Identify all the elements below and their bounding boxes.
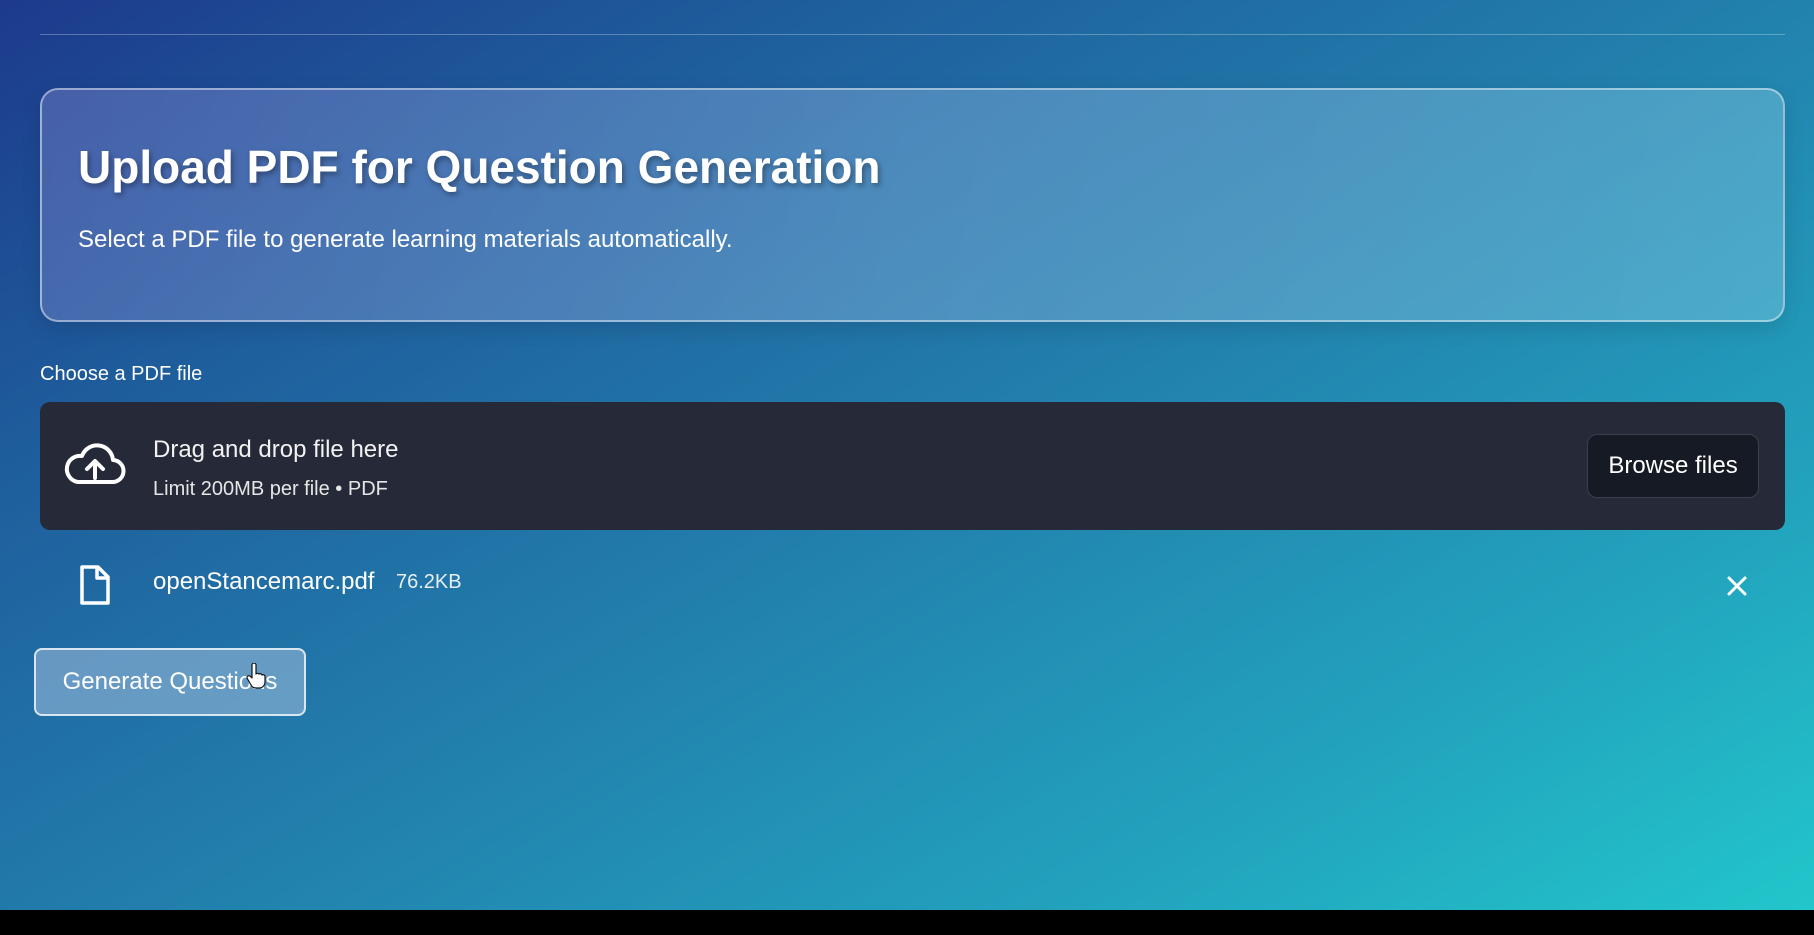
- top-divider: [40, 34, 1785, 35]
- uploaded-file-size: 76.2KB: [396, 571, 462, 593]
- bottom-black-bar: [0, 910, 1814, 935]
- uploaded-file-name: openStancemarc.pdf: [153, 568, 375, 595]
- remove-file-button[interactable]: [1717, 566, 1757, 606]
- close-icon: [1727, 576, 1747, 596]
- dropzone-limit: Limit 200MB per file • PDF: [153, 478, 388, 500]
- app-background: Upload PDF for Question Generation Selec…: [0, 0, 1814, 910]
- page-subtitle: Select a PDF file to generate learning m…: [78, 226, 733, 253]
- generate-questions-button[interactable]: Generate Questions: [34, 648, 306, 716]
- cloud-upload-icon: [64, 443, 126, 484]
- uploaded-file-row: openStancemarc.pdf 76.2KB: [40, 556, 1785, 616]
- page-title: Upload PDF for Question Generation: [78, 141, 881, 193]
- file-uploader-label: Choose a PDF file: [40, 363, 203, 385]
- dropzone-instructions: Drag and drop file here: [153, 436, 399, 463]
- hero-card: Upload PDF for Question Generation Selec…: [40, 88, 1785, 322]
- file-dropzone[interactable]: Drag and drop file here Limit 200MB per …: [40, 402, 1785, 530]
- file-icon: [80, 565, 110, 605]
- browse-files-button[interactable]: Browse files: [1587, 434, 1759, 498]
